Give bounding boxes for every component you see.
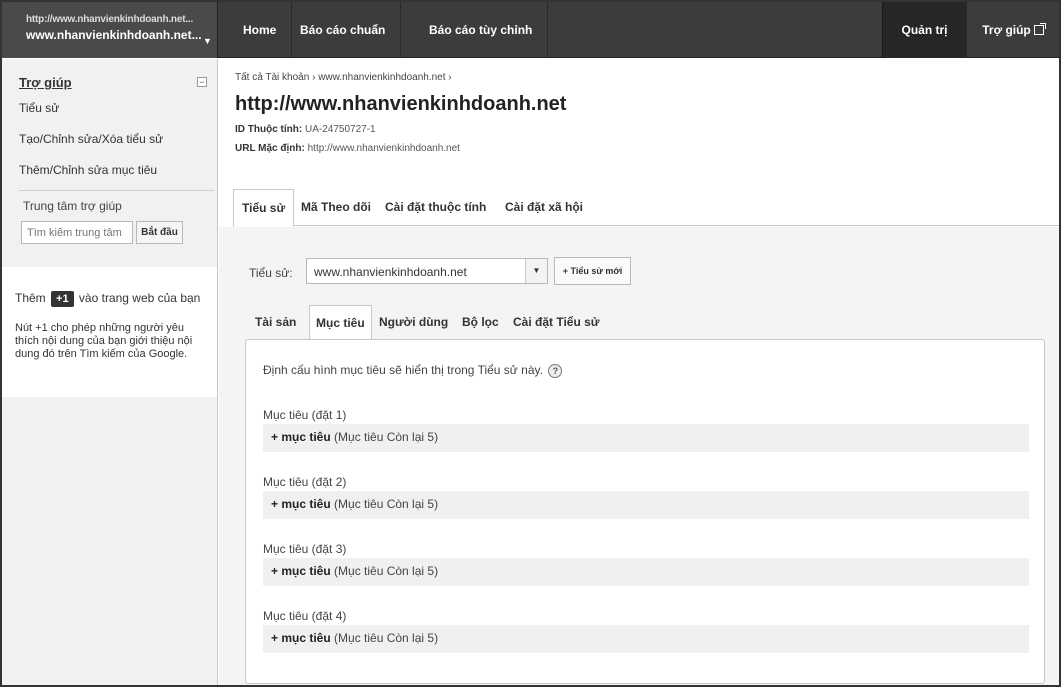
plus-one-promo: Thêm +1 vào trang web của bạn Nút +1 cho… bbox=[2, 267, 217, 397]
collapse-icon[interactable]: − bbox=[197, 77, 207, 87]
goal-set-label: Mục tiêu (đặt 3) bbox=[263, 542, 347, 556]
help-header: Trợ giúp − bbox=[19, 75, 207, 91]
goals-panel: Định cấu hình mục tiêu sẽ hiển thị trong… bbox=[245, 339, 1045, 684]
nav-standard-reports[interactable]: Báo cáo chuẩn bbox=[285, 2, 402, 58]
tab-goals[interactable]: Mục tiêu bbox=[309, 305, 372, 340]
property-id: ID Thuộc tính: UA-24750727-1 bbox=[235, 124, 376, 135]
help-icon[interactable]: ? bbox=[548, 364, 563, 378]
tab-social-settings[interactable]: Cài đặt xã hội bbox=[505, 189, 583, 226]
goals-remaining: (Mục tiêu Còn lại 5) bbox=[334, 497, 439, 511]
profile-panel: Tiểu sử: www.nhanvienkinhdoanh.net ▼ + T… bbox=[219, 227, 1059, 685]
goals-remaining: (Mục tiêu Còn lại 5) bbox=[334, 430, 439, 444]
default-url: URL Mặc định: http://www.nhanvienkinhdoa… bbox=[235, 143, 460, 154]
tab-users[interactable]: Người dùng bbox=[379, 305, 448, 339]
goals-remaining: (Mục tiêu Còn lại 5) bbox=[334, 564, 439, 578]
help-link-create-edit-profiles[interactable]: Tạo/Chỉnh sửa/Xóa tiểu sử bbox=[19, 132, 163, 146]
nav-help[interactable]: Trợ giúp bbox=[967, 2, 1059, 58]
goal-set-row: + mục tiêu (Mục tiêu Còn lại 5) bbox=[263, 491, 1029, 519]
account-name: www.nhanvienkinhdoanh.net... bbox=[26, 28, 202, 42]
help-title: Trợ giúp bbox=[19, 75, 72, 90]
main-content: Tất cả Tài khoản › www.nhanvienkinhdoanh… bbox=[219, 59, 1059, 685]
top-nav-bar: http://www.nhanvienkinhdoanh.net... www.… bbox=[2, 2, 1059, 58]
goal-set-row: + mục tiêu (Mục tiêu Còn lại 5) bbox=[263, 424, 1029, 452]
goal-set-row: + mục tiêu (Mục tiêu Còn lại 5) bbox=[263, 625, 1029, 653]
nav-help-label: Trợ giúp bbox=[982, 23, 1031, 37]
tab-property-settings[interactable]: Cài đặt thuộc tính bbox=[385, 189, 486, 226]
plus-one-prefix: Thêm bbox=[15, 291, 46, 305]
nav-home[interactable]: Home bbox=[228, 2, 293, 58]
new-profile-button[interactable]: + Tiểu sử mới bbox=[554, 257, 631, 285]
help-link-add-edit-goals[interactable]: Thêm/Chỉnh sửa mục tiêu bbox=[19, 163, 157, 177]
goals-intro: Định cấu hình mục tiêu sẽ hiển thị trong… bbox=[263, 363, 563, 378]
help-link-profiles[interactable]: Tiểu sử bbox=[19, 101, 59, 115]
goals-remaining: (Mục tiêu Còn lại 5) bbox=[334, 631, 439, 645]
plus-one-line: Thêm +1 vào trang web của bạn bbox=[15, 291, 200, 307]
default-url-label: URL Mặc định: bbox=[235, 143, 305, 154]
chevron-down-icon[interactable]: ▼ bbox=[525, 259, 547, 283]
goal-set-label: Mục tiêu (đặt 1) bbox=[263, 408, 347, 422]
goal-set-label: Mục tiêu (đặt 4) bbox=[263, 609, 347, 623]
account-url: http://www.nhanvienkinhdoanh.net... bbox=[26, 14, 194, 25]
tab-assets[interactable]: Tài sản bbox=[255, 305, 296, 339]
property-id-label: ID Thuộc tính: bbox=[235, 124, 303, 135]
goal-set-row: + mục tiêu (Mục tiêu Còn lại 5) bbox=[263, 558, 1029, 586]
goal-set-label: Mục tiêu (đặt 2) bbox=[263, 475, 347, 489]
plus-one-suffix: vào trang web của bạn bbox=[78, 291, 201, 305]
profile-select[interactable]: www.nhanvienkinhdoanh.net ▼ bbox=[306, 258, 548, 284]
plus-one-description: Nút +1 cho phép những người yêu thích nộ… bbox=[15, 322, 193, 360]
add-goal-link[interactable]: + mục tiêu bbox=[271, 430, 331, 444]
chevron-down-icon: ▼ bbox=[203, 36, 212, 46]
help-search-start-button[interactable]: Bắt đầu bbox=[136, 221, 183, 244]
help-center-label: Trung tâm trợ giúp bbox=[23, 199, 122, 213]
profile-select-value: www.nhanvienkinhdoanh.net bbox=[314, 265, 467, 279]
page-title: http://www.nhanvienkinhdoanh.net bbox=[235, 93, 567, 115]
breadcrumb[interactable]: Tất cả Tài khoản › www.nhanvienkinhdoanh… bbox=[235, 72, 452, 83]
nav-custom-reports[interactable]: Báo cáo tùy chỉnh bbox=[414, 2, 549, 58]
add-goal-link[interactable]: + mục tiêu bbox=[271, 497, 331, 511]
tab-profile-settings[interactable]: Cài đặt Tiểu sử bbox=[513, 305, 600, 339]
app-frame: http://www.nhanvienkinhdoanh.net... www.… bbox=[0, 0, 1061, 687]
profile-label: Tiểu sử: bbox=[249, 266, 293, 280]
goals-intro-text: Định cấu hình mục tiêu sẽ hiển thị trong… bbox=[263, 363, 543, 377]
tab-tracking-code[interactable]: Mã Theo dõi bbox=[301, 189, 371, 226]
nav-admin[interactable]: Quản trị bbox=[882, 2, 967, 58]
default-url-value: http://www.nhanvienkinhdoanh.net bbox=[307, 143, 460, 154]
property-id-value: UA-24750727-1 bbox=[305, 124, 376, 135]
tab-filters[interactable]: Bộ lọc bbox=[462, 305, 499, 339]
account-switcher[interactable]: http://www.nhanvienkinhdoanh.net... www.… bbox=[2, 2, 218, 58]
tab-profiles[interactable]: Tiểu sử bbox=[233, 189, 295, 227]
external-link-icon bbox=[1033, 23, 1046, 35]
divider bbox=[19, 190, 214, 191]
add-goal-link[interactable]: + mục tiêu bbox=[271, 564, 331, 578]
help-search-input[interactable] bbox=[21, 221, 133, 244]
plus-one-button[interactable]: +1 bbox=[51, 291, 74, 307]
add-goal-link[interactable]: + mục tiêu bbox=[271, 631, 331, 645]
help-sidebar: Trợ giúp − Tiểu sử Tạo/Chỉnh sửa/Xóa tiể… bbox=[2, 59, 218, 685]
property-tabs: Tiểu sử Mã Theo dõi Cài đặt thuộc tính C… bbox=[233, 189, 1059, 227]
